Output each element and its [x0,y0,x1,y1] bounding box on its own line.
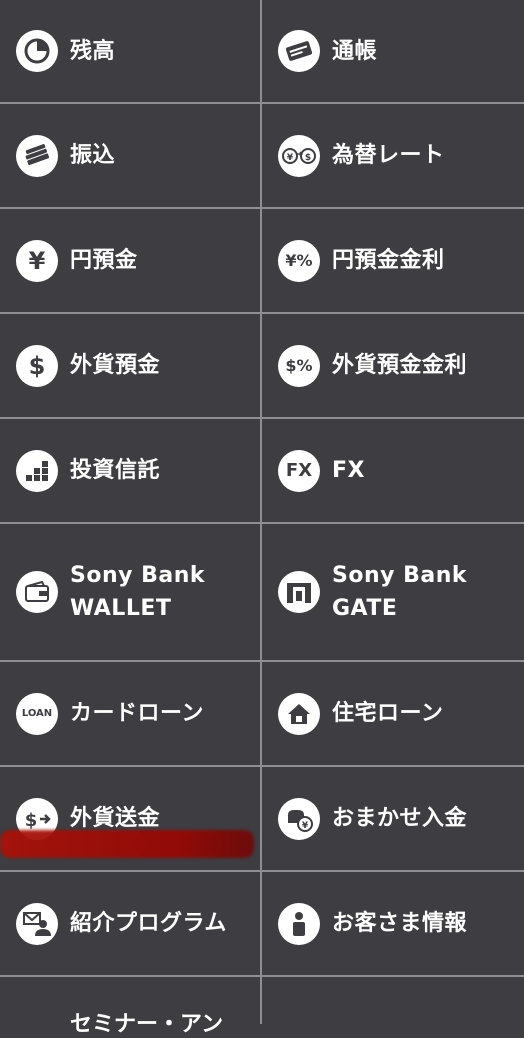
fx-icon: FX [278,449,320,492]
menu-label-yen-rate: 円預金金利 [332,248,445,273]
yen-icon: ¥ [16,239,58,282]
menu-label-yen-deposit: 円預金 [70,248,138,273]
menu-label-customer-info: お客さま情報 [332,911,468,936]
fx-icon-glyph: FX [285,460,313,481]
menu-label-sony-bank-gate: Sony Bank GATE [332,563,468,621]
dollar-percent-icon: $% [278,344,320,387]
yen-dollar-exchange-icon: ¥ $ [278,134,320,177]
menu-item-sony-bank-gate[interactable]: Sony Bank GATE [262,524,524,660]
menu-item-foreign-deposit[interactable]: $ 外貨預金 [0,314,260,417]
yen-icon-glyph: ¥ [28,246,46,275]
yen-percent-icon: ¥% [278,239,320,282]
menu-label-card-loan: カードローン [70,701,204,726]
menu-label-foreign-rate: 外貨預金金利 [332,353,468,378]
money-stack-icon [16,134,58,177]
house-icon [278,692,320,735]
svg-text:$: $ [305,153,311,163]
menu-item-passbook[interactable]: 通帳 [262,0,524,102]
menu-label-balance: 残高 [70,38,116,64]
bar-steps-icon [16,449,58,492]
gate-icon [278,571,320,613]
dollar-icon-glyph: $ [28,351,46,380]
menu-item-investment-trust[interactable]: 投資信託 [0,419,260,522]
menu-label-referral-program: 紹介プログラム [70,911,227,936]
loan-icon: LOAN [16,692,58,735]
menu-item-exchange-rate[interactable]: ¥ $ 為替レート [262,104,524,207]
svg-text:¥: ¥ [287,153,294,163]
menu-item-yen-deposit[interactable]: ¥ 円預金 [0,209,260,312]
menu-item-referral-program[interactable]: 紹介プログラム [0,872,260,975]
menu-item-sony-bank-wallet[interactable]: Sony Bank WALLET [0,524,260,660]
dollar-icon: $ [16,344,58,387]
passbook-icon [278,30,320,72]
menu-item-customer-info[interactable]: お客さま情報 [262,872,524,975]
menu-label-foreign-deposit: 外貨預金 [70,353,161,378]
redaction-mark [0,830,254,858]
menu-label-investment-trust: 投資信託 [70,458,161,483]
menu-item-foreign-rate[interactable]: $% 外貨預金金利 [262,314,524,417]
menu-item-transfer[interactable]: 振込 [0,104,260,207]
menu-label-transfer: 振込 [70,143,116,168]
menu-label-exchange-rate: 為替レート [332,143,445,168]
wallet-icon [16,571,58,613]
yen-percent-icon-glyph: ¥% [285,251,313,270]
svg-text:¥: ¥ [302,821,309,831]
menu-label-passbook: 通帳 [332,38,378,64]
menu-label-sony-bank-wallet: Sony Bank WALLET [70,563,206,621]
menu-item-empty [262,977,524,1037]
menu-label-fx: FX [332,458,365,483]
menu-item-fx[interactable]: FX FX [262,419,524,522]
pie-chart-icon [16,30,58,72]
menu-item-yen-rate[interactable]: ¥% 円預金金利 [262,209,524,312]
menu-item-balance[interactable]: 残高 [0,0,260,102]
menu-label-auto-deposit: おまかせ入金 [332,806,468,831]
menu-grid: 残高 通帳 振込 ¥ $ 為替レート ¥ 円預金 ¥% 円預金金利 $ 外貨預金 … [0,0,524,1037]
menu-item-housing-loan[interactable]: 住宅ローン [262,662,524,765]
dollar-percent-icon-glyph: $% [285,356,313,375]
loan-icon-glyph: LOAN [21,708,53,719]
menu-item-auto-deposit[interactable]: ¥ おまかせ入金 [262,767,524,870]
menu-label-seminar-partial: セミナー・アン [70,1012,224,1037]
svg-text:$: $ [25,810,38,830]
menu-item-card-loan[interactable]: LOAN カードローン [0,662,260,765]
referral-icon [16,902,58,945]
auto-deposit-icon: ¥ [278,797,320,840]
person-icon [278,902,320,945]
menu-label-housing-loan: 住宅ローン [332,701,444,726]
